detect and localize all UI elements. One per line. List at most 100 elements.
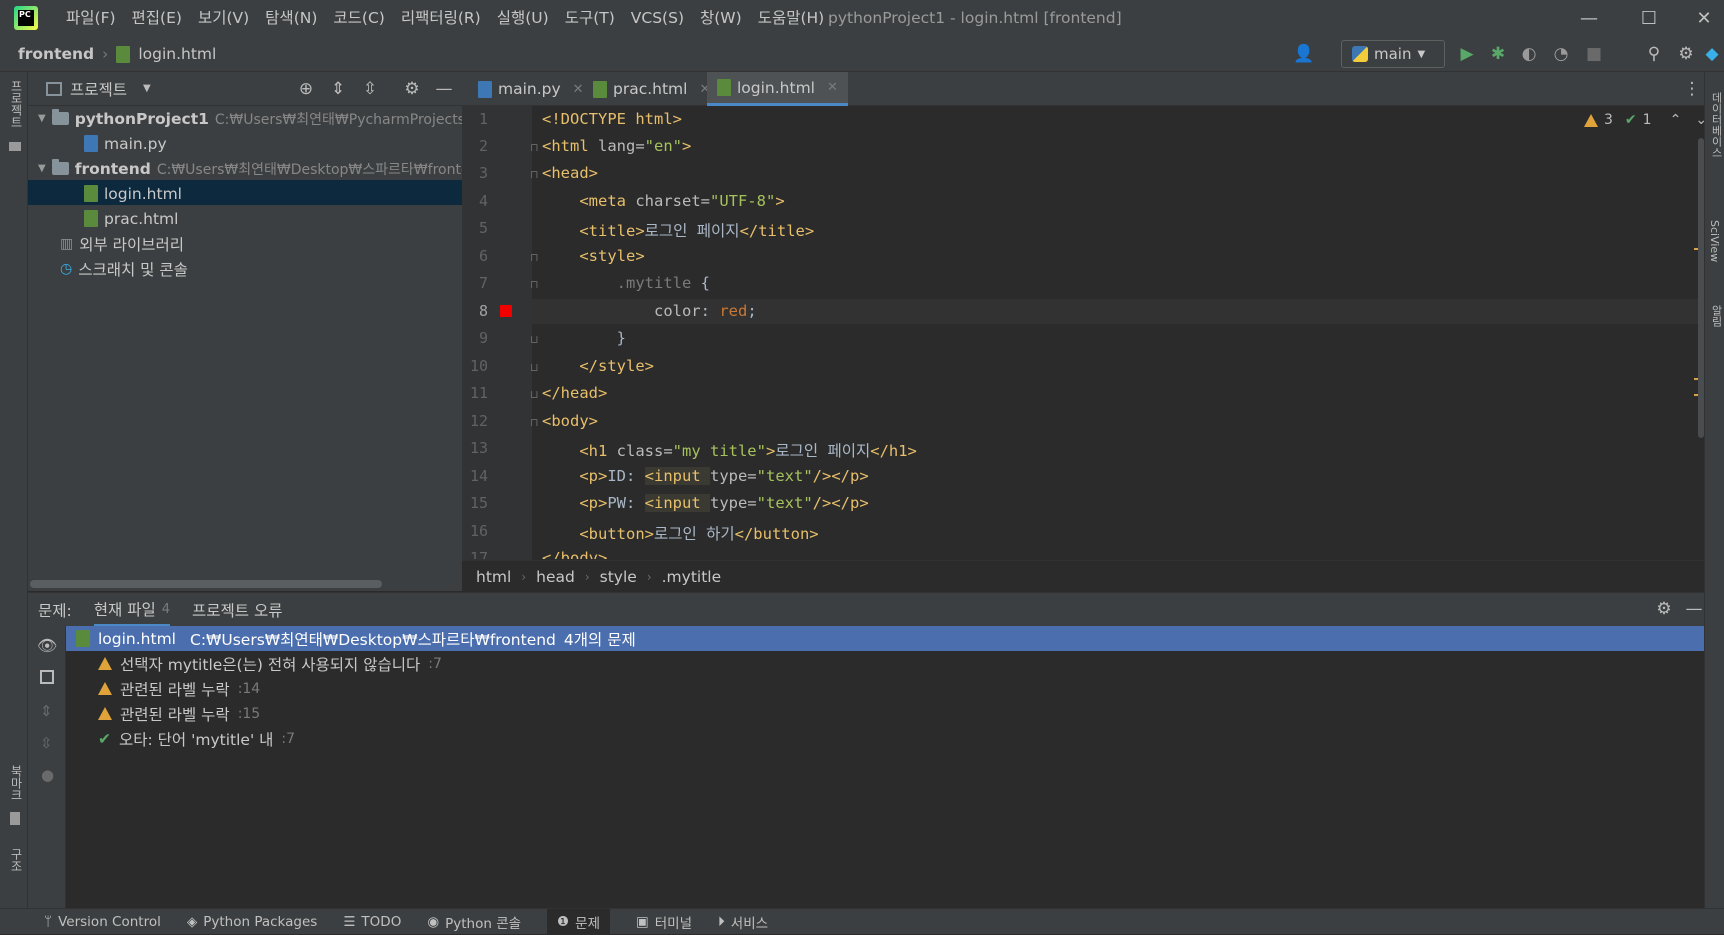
chevron-down-icon[interactable]: ▼ xyxy=(143,83,151,94)
inspection-widget[interactable]: 3 ✔ 1 ⌃ ⌄ xyxy=(1584,112,1707,128)
expand-all-icon[interactable]: ⇕ xyxy=(324,72,352,106)
tab-project-errors[interactable]: 프로젝트 오류 xyxy=(192,599,283,621)
tab-login-html[interactable]: login.html ✕ xyxy=(707,72,848,106)
code-editor[interactable] xyxy=(532,106,1704,560)
chevron-up-icon[interactable]: ⌃ xyxy=(1670,112,1682,128)
user-icon[interactable]: 👤 xyxy=(1290,36,1318,72)
tree-item-prac-html[interactable]: prac.html xyxy=(84,206,178,231)
structure-tool-tab[interactable]: 구조 xyxy=(8,848,25,872)
bookmarks-tool-tab[interactable]: 북마크 xyxy=(8,765,25,801)
fold-icon[interactable]: ⊓ xyxy=(530,251,539,264)
problem-item[interactable]: 관련된 라벨 누락 :15 xyxy=(98,701,260,726)
code-token: 로그인 하기 xyxy=(653,525,735,543)
collapse-all-icon[interactable]: ⇳ xyxy=(40,734,53,752)
search-icon[interactable]: ⚲ xyxy=(1640,36,1668,72)
code-token: 로그인 페이지 xyxy=(775,442,871,460)
fold-icon[interactable]: ⊔ xyxy=(530,333,539,346)
tree-item-frontend[interactable]: ▼ frontend C:₩Users₩최연태₩Desktop₩스파르타₩fro… xyxy=(38,156,470,181)
collapse-all-icon[interactable]: ⇳ xyxy=(356,72,384,106)
menu-edit[interactable]: 편집(E) xyxy=(124,0,190,36)
plugin-icon[interactable]: ◆ xyxy=(1700,36,1724,72)
tree-item-pythonproject1[interactable]: ▼ pythonProject1 C:₩Users₩최연태₩PycharmPro… xyxy=(38,106,496,131)
coverage-icon[interactable]: ◐ xyxy=(1515,36,1543,72)
preview-icon[interactable] xyxy=(40,670,54,684)
menu-code[interactable]: 코드(C) xyxy=(325,0,392,36)
notifications-tool-tab[interactable]: 알림 xyxy=(1708,305,1724,327)
menu-refactor[interactable]: 리팩터링(R) xyxy=(393,0,489,36)
bulb-icon[interactable]: ● xyxy=(41,766,54,784)
python-console-tab[interactable]: ◉ Python 콘솔 xyxy=(427,912,521,932)
tab-main-py[interactable]: main.py ✕ xyxy=(468,72,594,106)
profile-icon[interactable]: ◔ xyxy=(1547,36,1575,72)
problem-item[interactable]: 관련된 라벨 누락 :14 xyxy=(98,676,260,701)
menu-navigate[interactable]: 탐색(N) xyxy=(257,0,325,36)
locate-icon[interactable]: ⊕ xyxy=(292,72,320,106)
stop-icon[interactable]: ■ xyxy=(1580,36,1608,72)
fold-icon[interactable]: ⊓ xyxy=(530,141,539,154)
menu-help[interactable]: 도움말(H) xyxy=(750,0,833,36)
expand-all-icon[interactable]: ⇕ xyxy=(40,702,53,720)
menu-file[interactable]: 파일(F) xyxy=(58,0,124,36)
project-tool-tab[interactable]: 프로젝트 xyxy=(8,80,25,128)
horizontal-scrollbar[interactable] xyxy=(30,580,382,588)
fold-icon[interactable]: ⊓ xyxy=(530,416,539,429)
more-tabs-icon[interactable]: ⋮ xyxy=(1678,72,1706,106)
gear-icon[interactable]: ⚙ xyxy=(1672,36,1700,72)
fold-icon[interactable]: ⊓ xyxy=(530,278,539,291)
fold-icon[interactable]: ⊔ xyxy=(530,388,539,401)
problems-file-row[interactable]: login.html C:₩Users₩최연태₩Desktop₩스파르타₩fro… xyxy=(66,626,1712,651)
close-icon[interactable]: ✕ xyxy=(573,82,584,97)
tree-item-scratches[interactable]: ◷ 스크래치 및 콘솔 xyxy=(60,256,188,281)
todo-tab[interactable]: ☰ TODO xyxy=(343,914,401,930)
tree-item-main-py[interactable]: main.py xyxy=(84,131,167,156)
gear-icon[interactable]: ⚙ xyxy=(398,72,426,106)
run-icon[interactable]: ▶ xyxy=(1453,36,1481,72)
nav-crumb-file[interactable]: login.html xyxy=(138,45,216,63)
database-tool-tab[interactable]: 데이터베이스 xyxy=(1708,92,1724,158)
breadcrumb-item[interactable]: style xyxy=(600,568,637,586)
project-panel-title[interactable]: 프로젝트 xyxy=(70,78,127,100)
debug-icon[interactable]: ✱ xyxy=(1484,36,1512,72)
chevron-right-icon: › xyxy=(646,569,652,584)
fold-icon[interactable]: ⊓ xyxy=(530,168,539,181)
terminal-tab[interactable]: ▣ 터미널 xyxy=(636,912,692,932)
sciview-tool-tab[interactable]: SciView xyxy=(1708,220,1721,262)
tab-current-file[interactable]: 현재 파일 4 xyxy=(93,593,170,627)
breakpoint-marker[interactable] xyxy=(500,305,512,317)
tree-item-external-libraries[interactable]: ▥ 외부 라이브러리 xyxy=(60,231,184,256)
close-icon[interactable]: ✕ xyxy=(827,80,838,95)
hide-icon[interactable]: — xyxy=(430,72,458,106)
tab-prac-html[interactable]: prac.html ✕ xyxy=(583,72,720,106)
list-icon: ☰ xyxy=(343,913,356,930)
menu-tools[interactable]: 도구(T) xyxy=(557,0,623,36)
fold-icon[interactable]: ⊔ xyxy=(530,361,539,374)
nav-crumb-project[interactable]: frontend xyxy=(18,45,94,63)
services-tab[interactable]: ⏵ 서비스 xyxy=(718,912,768,932)
maximize-button[interactable]: ☐ xyxy=(1624,0,1674,36)
breadcrumb-item[interactable]: head xyxy=(536,568,575,586)
gear-icon[interactable]: ⚙ xyxy=(1650,592,1678,626)
problem-item[interactable]: ✔ 오타: 단어 'mytitle' 내 :7 xyxy=(98,726,295,751)
version-control-tab[interactable]: ᛘ Version Control xyxy=(44,914,161,930)
menu-vcs[interactable]: VCS(S) xyxy=(623,0,692,36)
menu-view[interactable]: 보기(V) xyxy=(190,0,257,36)
code-token: class= xyxy=(616,442,673,460)
code-line: <head> xyxy=(542,164,598,182)
chevron-down-icon[interactable]: ▼ xyxy=(38,113,46,124)
eye-icon[interactable]: 👁 xyxy=(37,636,57,655)
minimize-button[interactable]: — xyxy=(1564,0,1614,36)
breadcrumb-item[interactable]: html xyxy=(476,568,511,586)
run-config-selector[interactable]: main ▼ xyxy=(1341,40,1445,68)
problems-tab[interactable]: ❶ 문제 xyxy=(547,908,610,935)
code-token: <style> xyxy=(579,247,645,265)
menu-window[interactable]: 창(W) xyxy=(692,0,750,36)
python-packages-tab[interactable]: ◈ Python Packages xyxy=(187,914,317,930)
problem-item[interactable]: 선택자 mytitle은(는) 전혀 사용되지 않습니다 :7 xyxy=(98,651,442,676)
breadcrumb-item[interactable]: .mytitle xyxy=(662,568,722,586)
tree-item-login-html[interactable]: login.html xyxy=(84,181,182,206)
menu-run[interactable]: 실행(U) xyxy=(489,0,557,36)
close-button[interactable]: ✕ xyxy=(1684,0,1724,36)
code-line: <title>로그인 페이지</title> xyxy=(542,219,814,241)
chevron-down-icon[interactable]: ▼ xyxy=(38,163,46,174)
